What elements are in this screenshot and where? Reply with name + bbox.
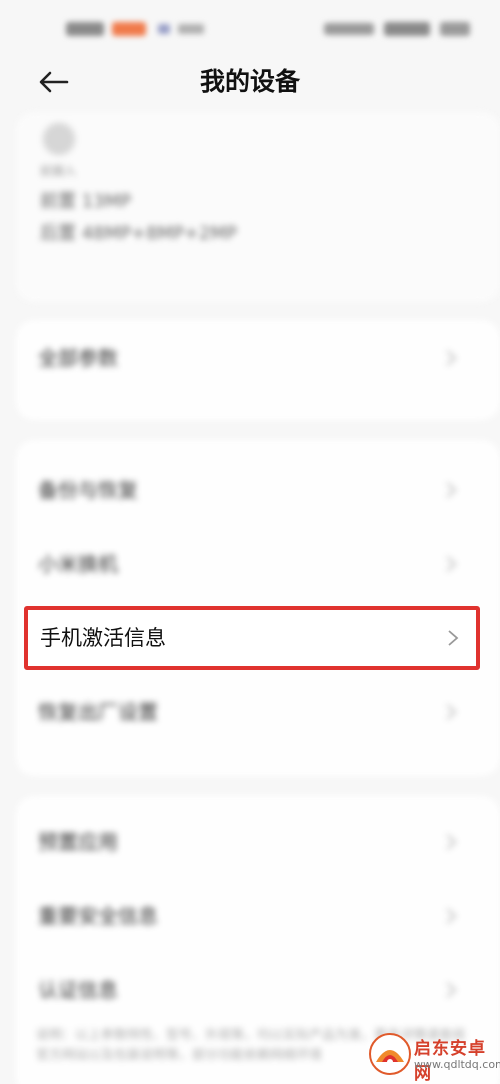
safety-info-row[interactable]: 重要安全信息 <box>16 886 484 946</box>
preinstalled-apps-row[interactable]: 预置应用 <box>16 812 484 872</box>
mi-move-row[interactable]: 小米换机 <box>16 534 484 594</box>
backup-restore-label: 备份与恢复 <box>38 478 138 502</box>
factory-reset-label: 恢复出厂设置 <box>38 700 158 724</box>
camera-icon <box>42 122 76 156</box>
front-camera-spec: 前置 13MP <box>40 191 132 212</box>
watermark-logo-icon <box>369 1033 411 1075</box>
certification-label: 认证信息 <box>38 978 118 1002</box>
chevron-right-icon <box>446 556 457 572</box>
mi-move-label: 小米换机 <box>38 552 118 576</box>
certification-row[interactable]: 认证信息 <box>16 960 484 1020</box>
chevron-right-icon <box>448 630 459 646</box>
all-params-label: 全部参数 <box>38 346 118 370</box>
chevron-right-icon <box>446 982 457 998</box>
watermark: 启东安卓网 www.qdltdq.com <box>368 1030 500 1084</box>
preinstalled-apps-label: 预置应用 <box>38 830 118 854</box>
chevron-right-icon <box>446 908 457 924</box>
chevron-right-icon <box>446 834 457 850</box>
status-left <box>66 20 216 38</box>
screen: 我的设备 前摄入 前置 13MP 后置 48MP+8MP+2MP 全部参数 备份… <box>0 0 500 1084</box>
chevron-right-icon <box>446 482 457 498</box>
page-title: 我的设备 <box>199 67 300 96</box>
watermark-url: www.qdltdq.com <box>414 1058 500 1071</box>
all-params-row[interactable]: 全部参数 <box>16 328 484 388</box>
chevron-right-icon <box>446 350 457 366</box>
activation-info-row[interactable]: 手机激活信息 <box>24 606 480 670</box>
chevron-right-icon <box>446 704 457 720</box>
safety-info-label: 重要安全信息 <box>38 904 158 928</box>
status-bar <box>0 0 500 56</box>
camera-caption: 前摄入 <box>40 164 77 178</box>
status-right <box>324 20 474 38</box>
factory-reset-row[interactable]: 恢复出厂设置 <box>16 682 484 742</box>
backup-restore-row[interactable]: 备份与恢复 <box>16 460 484 520</box>
rear-camera-spec: 后置 48MP+8MP+2MP <box>40 223 237 244</box>
activation-info-label: 手机激活信息 <box>40 626 166 650</box>
